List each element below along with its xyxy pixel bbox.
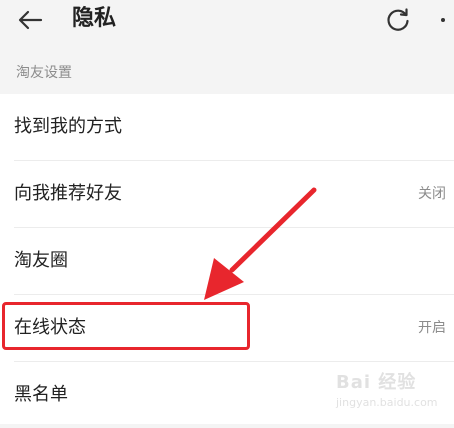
settings-list: 找到我的方式 向我推荐好友 关闭 淘友圈 在线状态 开启 黑名单 [0,94,454,424]
row-label: 找到我的方式 [14,116,122,137]
back-button[interactable] [10,2,50,38]
more-icon [441,18,445,22]
arrow-left-icon [18,10,43,30]
refresh-icon [387,8,409,31]
row-value: 开启 [418,320,446,336]
row-blacklist[interactable]: 黑名单 [0,362,454,428]
row-label: 黑名单 [14,384,68,405]
row-online-status[interactable]: 在线状态 开启 [0,295,454,361]
row-label: 在线状态 [14,317,86,338]
row-label: 向我推荐好友 [14,183,122,204]
refresh-button[interactable] [378,2,418,38]
more-button[interactable] [440,2,454,38]
section-title: 淘友设置 [16,65,72,81]
row-recommend-friends[interactable]: 向我推荐好友 关闭 [0,161,454,227]
row-value: 关闭 [418,186,446,202]
row-label: 淘友圈 [14,250,68,271]
page-title: 隐私 [72,6,117,31]
row-find-me[interactable]: 找到我的方式 [0,94,454,160]
top-bar: 隐私 [0,0,454,44]
section-header: 淘友设置 [0,50,454,94]
row-friend-circle[interactable]: 淘友圈 [0,228,454,294]
